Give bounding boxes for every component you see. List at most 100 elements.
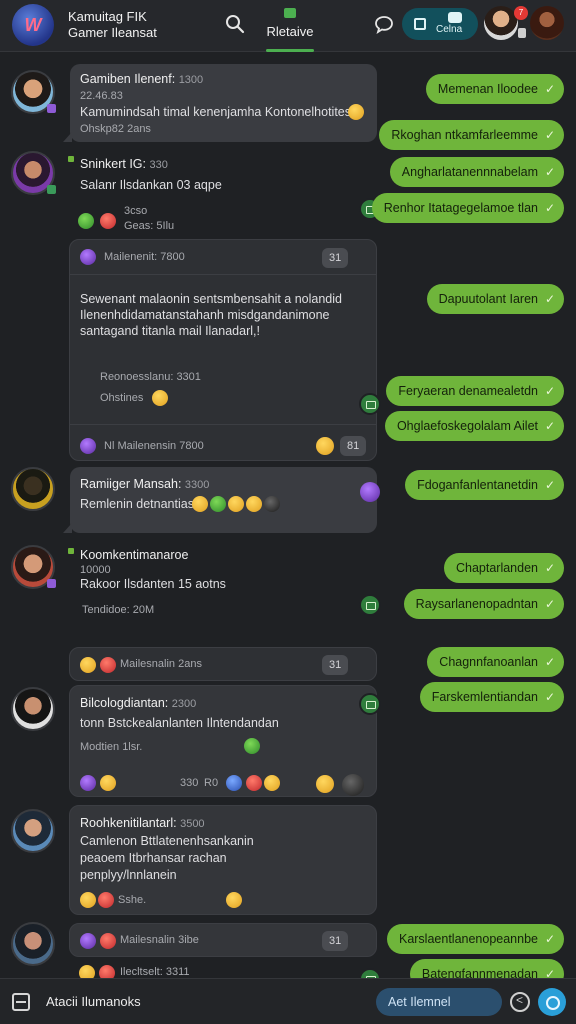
message-bubble[interactable]: Ramiiger Mansah: 3300 Remlenin detnantia… bbox=[63, 467, 377, 533]
chat-bubble-icon[interactable] bbox=[374, 14, 394, 34]
reaction-emoji[interactable] bbox=[78, 213, 94, 229]
reaction-emoji[interactable] bbox=[98, 892, 114, 908]
sender-name: Koomkentimanaroe bbox=[80, 548, 189, 562]
send-button[interactable] bbox=[538, 988, 566, 1016]
outgoing-message[interactable]: Dapuutolant Iaren ✓ bbox=[426, 284, 564, 314]
card-header: Ilecltselt: bbox=[120, 966, 163, 978]
message-input[interactable]: Aet Ilemnel bbox=[376, 988, 502, 1016]
footer-count: 81 bbox=[347, 440, 360, 452]
outgoing-message[interactable]: Rkoghan ntkamfarleemme ✓ bbox=[379, 120, 564, 150]
outgoing-message[interactable]: Batengfannmenadan ✓ bbox=[409, 959, 564, 978]
tab-active[interactable]: Rletaive bbox=[262, 8, 318, 52]
message-text: Karslaentlanenopeannbe bbox=[398, 932, 538, 946]
message-meta: Geas: 5Ilu bbox=[124, 220, 175, 232]
avatar[interactable] bbox=[11, 922, 55, 966]
reaction-emoji bbox=[80, 933, 96, 949]
message-text: Angharlatanennnabelam bbox=[401, 165, 538, 179]
reaction-emoji[interactable] bbox=[264, 775, 280, 791]
reaction-emoji bbox=[192, 496, 208, 512]
reply-count-chip[interactable]: 31 bbox=[322, 931, 349, 951]
contact-avatar[interactable] bbox=[530, 6, 564, 40]
avatar[interactable] bbox=[11, 467, 55, 511]
reaction-emoji[interactable] bbox=[100, 775, 116, 791]
outgoing-message[interactable]: Chaptarlanden ✓ bbox=[443, 553, 564, 583]
reaction-emoji[interactable] bbox=[316, 437, 334, 455]
outgoing-message[interactable]: Karslaentlanenopeannbe ✓ bbox=[386, 924, 564, 954]
thread-card[interactable]: Bilcologdiantan: 2300 tonn Bstckealanlan… bbox=[69, 685, 377, 797]
read-check-icon: ✓ bbox=[544, 128, 555, 142]
reply-icon[interactable] bbox=[359, 693, 381, 715]
avatar[interactable] bbox=[11, 809, 55, 853]
reaction-emoji[interactable] bbox=[316, 775, 334, 793]
reply-count-chip[interactable]: 31 bbox=[322, 248, 349, 268]
read-check-icon: ✓ bbox=[544, 292, 555, 306]
attach-icon[interactable] bbox=[12, 993, 30, 1011]
outgoing-message[interactable]: Fdoganfanlentanetdin ✓ bbox=[405, 470, 564, 500]
read-check-icon: ✓ bbox=[544, 690, 555, 704]
emoji-icon bbox=[348, 104, 364, 120]
outgoing-message[interactable]: Memenan Iloodee ✓ bbox=[425, 74, 564, 104]
read-check-icon: ✓ bbox=[544, 932, 555, 946]
window-icon bbox=[414, 18, 426, 30]
reaction-emoji bbox=[100, 933, 116, 949]
app-logo[interactable]: W bbox=[12, 4, 54, 46]
back-icon[interactable] bbox=[510, 992, 530, 1012]
lock-icon bbox=[518, 28, 526, 38]
reaction-emoji[interactable] bbox=[246, 775, 262, 791]
reaction-emoji[interactable] bbox=[226, 775, 242, 791]
reply-count-chip[interactable]: 31 bbox=[322, 655, 349, 675]
outgoing-message[interactable]: Angharlatanennnabelam ✓ bbox=[389, 157, 564, 187]
outgoing-message[interactable]: Raysarlanenopadntan ✓ bbox=[403, 589, 564, 619]
read-check-icon: ✓ bbox=[544, 82, 555, 96]
message-line: tonn Bstckealanlanten Ilntendandan bbox=[80, 716, 279, 730]
search-icon[interactable] bbox=[224, 13, 246, 35]
reply-icon[interactable] bbox=[359, 968, 381, 978]
reaction-emoji bbox=[80, 657, 96, 673]
message-line: santagand titanla mail Ilanadarl,! bbox=[80, 324, 260, 338]
message-text: Dapuutolant Iaren bbox=[438, 292, 538, 306]
reply-count-chip[interactable]: 81 bbox=[340, 436, 367, 456]
message-text: Feryaeran denamealetdn bbox=[398, 384, 538, 398]
message-bubble[interactable]: Gamiben Ilenenf: 1300 22.46.83 Kamuminds… bbox=[63, 64, 377, 142]
reply-icon[interactable] bbox=[359, 393, 381, 415]
card-header: Mailenenit: bbox=[104, 251, 158, 263]
role-badge bbox=[47, 185, 56, 194]
reaction-emoji[interactable] bbox=[80, 892, 96, 908]
message-text: Batengfannmenadan bbox=[421, 967, 538, 978]
outgoing-message[interactable]: Renhor Itatagegelamoe tlan ✓ bbox=[371, 193, 564, 223]
message-text: Rkoghan ntkamfarleemme bbox=[391, 128, 538, 142]
thread-card[interactable]: Mailesnalin 3ibe 31 bbox=[69, 923, 377, 957]
composer-label[interactable]: Atacii Ilumanoks bbox=[46, 994, 141, 1009]
composer-bar: Atacii Ilumanoks Aet Ilemnel bbox=[0, 978, 576, 1024]
read-check-icon: ✓ bbox=[544, 597, 555, 611]
message-card[interactable]: Roohkenitilantarl: 3500 Camlenon Bttlate… bbox=[69, 805, 377, 915]
message-text: Raysarlanenopadntan bbox=[415, 597, 538, 611]
reaction-emoji[interactable] bbox=[80, 775, 96, 791]
outgoing-message[interactable]: Feryaeran denamealetdn ✓ bbox=[386, 376, 564, 406]
outgoing-message[interactable]: Ohglaefoskegolalam Ailet ✓ bbox=[384, 411, 564, 441]
avatar[interactable] bbox=[11, 687, 55, 731]
message-text: Chaptarlanden bbox=[455, 561, 538, 575]
read-check-icon: ✓ bbox=[544, 165, 555, 179]
message-line: 22.46.83 bbox=[80, 90, 123, 102]
reaction-emoji[interactable] bbox=[152, 390, 168, 406]
chat-area[interactable]: Gamiben Ilenenf: 1300 22.46.83 Kamuminds… bbox=[0, 53, 576, 978]
notification-badge: 7 bbox=[514, 6, 528, 20]
user-avatar[interactable] bbox=[484, 6, 518, 40]
reaction-emoji[interactable] bbox=[226, 892, 242, 908]
status-pill-button[interactable]: Celna bbox=[402, 8, 478, 40]
sender-name: Bilcologdiantan: bbox=[80, 696, 169, 710]
read-check-icon: ✓ bbox=[544, 478, 555, 492]
reaction-emoji[interactable] bbox=[342, 774, 364, 796]
thread-card[interactable]: Mailenenit: 7800 31 Sewenant malaonin se… bbox=[69, 239, 377, 461]
sender-name: Roohkenitilantarl: bbox=[80, 816, 177, 830]
timestamp: 3500 bbox=[180, 818, 205, 830]
thread-card[interactable]: Mailesnalin 2ans 31 bbox=[69, 647, 377, 681]
message-text: Farskemlentiandan bbox=[431, 690, 538, 704]
reply-icon[interactable] bbox=[359, 594, 381, 616]
reaction-emoji[interactable] bbox=[100, 213, 116, 229]
app-title: Kamuitag FIK bbox=[68, 9, 147, 24]
outgoing-message[interactable]: Farskemlentiandan ✓ bbox=[419, 682, 564, 712]
reaction-emoji[interactable] bbox=[360, 482, 380, 502]
outgoing-message[interactable]: Chagnnfanoanlan ✓ bbox=[427, 647, 564, 677]
